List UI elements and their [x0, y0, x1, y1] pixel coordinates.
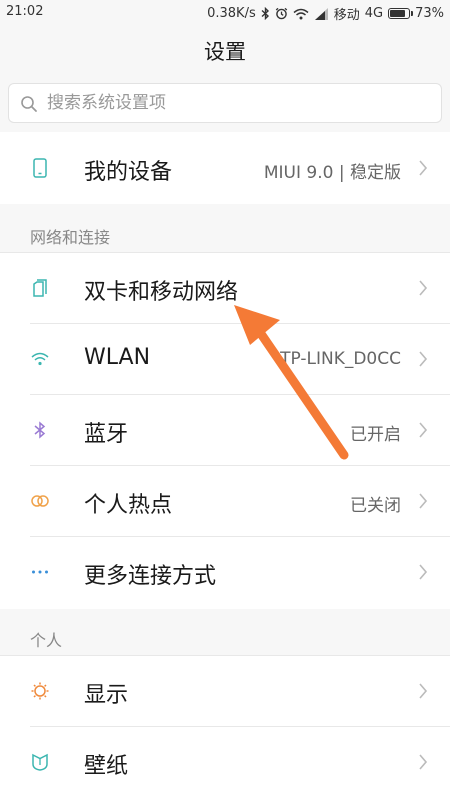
status-time: 21:02: [6, 4, 44, 19]
settings-item-label: WLAN: [84, 345, 151, 370]
settings-item-value: 已关闭: [350, 496, 401, 516]
search-box[interactable]: [8, 83, 442, 123]
settings-item-label: 蓝牙: [84, 422, 129, 447]
device-group: 我的设备 MIUI 9.0 | 稳定版: [0, 132, 450, 204]
battery-percent: 73%: [415, 6, 444, 21]
settings-item-value: TP-LINK_D0CC: [280, 349, 401, 369]
chevron-right-icon: [418, 682, 428, 700]
section-header-personal: 个人: [30, 631, 63, 650]
settings-item-label: 个人热点: [84, 493, 173, 518]
search-icon: [20, 95, 38, 117]
bluetooth-icon: [261, 7, 270, 20]
status-right: 0.38K/s 移动 4G 73%: [207, 4, 444, 23]
settings-item-label: 显示: [84, 683, 129, 708]
settings-item-hotspot[interactable]: 个人热点 已关闭: [0, 465, 450, 536]
chevron-right-icon: [418, 563, 428, 581]
settings-item-label: 我的设备: [84, 160, 173, 185]
chevron-right-icon: [418, 159, 428, 177]
hotspot-icon: [30, 491, 50, 511]
settings-item-value: MIUI 9.0 | 稳定版: [263, 163, 401, 183]
section-header-network: 网络和连接: [30, 228, 111, 247]
settings-item-dual-sim[interactable]: 双卡和移动网络: [0, 252, 450, 323]
bluetooth-icon: [30, 420, 50, 440]
settings-item-more-connections[interactable]: 更多连接方式: [0, 536, 450, 607]
personal-group: 显示 壁纸: [0, 655, 450, 800]
network-speed: 0.38K/s: [207, 6, 256, 21]
settings-item-bluetooth[interactable]: 蓝牙 已开启: [0, 394, 450, 465]
network-type: 4G: [364, 6, 384, 21]
more-dots-icon: [30, 562, 50, 582]
settings-item-my-device[interactable]: 我的设备 MIUI 9.0 | 稳定版: [0, 132, 450, 203]
carrier-name: 移动: [333, 8, 360, 23]
chevron-right-icon: [418, 350, 428, 368]
settings-item-wlan[interactable]: WLAN TP-LINK_D0CC: [0, 323, 450, 394]
battery-icon: [388, 8, 414, 19]
page-title: 设置: [204, 40, 246, 64]
status-bar: 21:02 0.38K/s 移动 4G 73%: [0, 0, 450, 24]
alarm-icon: [275, 7, 288, 20]
settings-item-label: 壁纸: [84, 754, 129, 779]
settings-item-wallpaper[interactable]: 壁纸: [0, 726, 450, 797]
signal-icon: [314, 7, 329, 20]
battery-level-fill: [390, 10, 405, 17]
chevron-right-icon: [418, 753, 428, 771]
chevron-right-icon: [418, 421, 428, 439]
settings-item-display[interactable]: 显示: [0, 655, 450, 726]
settings-item-value: 已开启: [350, 425, 401, 445]
settings-item-label: 更多连接方式: [84, 564, 217, 589]
sim-card-icon: [30, 278, 50, 298]
chevron-right-icon: [418, 492, 428, 510]
wallpaper-icon: [30, 752, 50, 772]
chevron-right-icon: [418, 279, 428, 297]
network-group: 双卡和移动网络 WLAN TP-LINK_D0CC 蓝牙 已开启 个人热点 已关…: [0, 252, 450, 609]
wifi-icon: [30, 349, 50, 369]
brightness-icon: [30, 681, 50, 701]
search-input[interactable]: [47, 90, 427, 116]
phone-icon: [30, 158, 50, 178]
wifi-icon: [293, 8, 309, 20]
settings-item-label: 双卡和移动网络: [84, 280, 239, 305]
